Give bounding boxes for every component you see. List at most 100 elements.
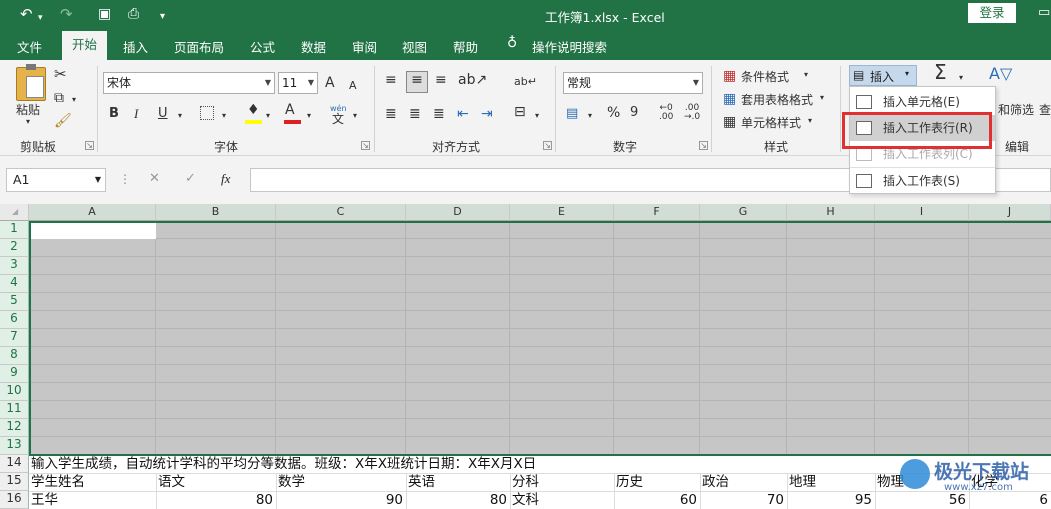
cell-g16[interactable]: 70 [700,492,787,509]
format-painter-icon[interactable]: 🖌 [54,113,72,129]
italic-button[interactable]: I [134,106,138,122]
paste-icon[interactable] [16,64,46,101]
redo-icon[interactable]: ↷ [60,5,73,23]
column-header-c[interactable]: C [276,204,406,221]
conditional-format-icon[interactable]: ▦ [723,68,736,84]
font-size-select[interactable]: 11 ▼ [278,72,318,94]
row-header-9[interactable]: 9 [0,365,29,383]
save-icon[interactable]: ▣ [98,5,111,23]
cell-h16[interactable]: 95 [787,492,875,509]
print-preview-icon[interactable]: ⎙ [128,5,139,23]
orientation-icon[interactable]: ab↗ [458,72,487,88]
underline-dropdown-icon[interactable]: ▾ [178,108,182,124]
row-header-2[interactable]: 2 [0,239,29,257]
row-header-5[interactable]: 5 [0,293,29,311]
find-select-button[interactable]: 查 [1039,101,1051,118]
tab-data[interactable]: 数据 [301,37,326,56]
format-as-table-button[interactable]: 套用表格格式 [741,91,813,108]
font-launcher-icon[interactable]: ↘ [361,141,370,150]
tab-formulas[interactable]: 公式 [250,37,275,56]
column-header-d[interactable]: D [406,204,510,221]
cell-b16[interactable]: 80 [156,492,276,509]
clipboard-launcher-icon[interactable]: ↘ [85,141,94,150]
cell-c15[interactable]: 数学 [278,474,404,491]
shrink-font-icon[interactable]: A [349,78,357,94]
tab-insert[interactable]: 插入 [123,37,148,56]
merge-center-icon[interactable]: ⊟ [514,104,526,120]
insert-cells-button[interactable]: ▤ 插入 ▾ [849,65,917,86]
enter-icon[interactable]: ✓ [185,171,196,186]
tab-view[interactable]: 视图 [402,37,427,56]
paste-dropdown-icon[interactable]: ▾ [26,117,30,126]
paste-button[interactable]: 粘贴 [16,101,40,118]
font-color-dropdown-icon[interactable]: ▾ [307,108,311,124]
cell-b15[interactable]: 语文 [158,474,274,491]
cell-e16[interactable]: 文科 [512,492,612,509]
undo-icon[interactable]: ↶ [20,5,33,23]
row-header-8[interactable]: 8 [0,347,29,365]
row-header-3[interactable]: 3 [0,257,29,275]
row-header-1[interactable]: 1 [0,221,29,239]
cell-f16[interactable]: 60 [614,492,700,509]
column-header-f[interactable]: F [614,204,700,221]
column-header-i[interactable]: I [875,204,969,221]
menu-item-insert-sheet[interactable]: 插入工作表(S) [850,167,995,193]
tab-help[interactable]: 帮助 [453,37,478,56]
cut-icon[interactable]: ✂ [54,66,67,82]
tab-file[interactable]: 文件 [17,37,42,56]
border-dropdown-icon[interactable]: ▾ [222,108,226,124]
wrap-text-icon[interactable]: ab↵ [514,74,537,90]
grow-font-icon[interactable]: A [325,75,335,91]
row-header-12[interactable]: 12 [0,419,29,437]
name-box[interactable]: A1 ▼ [6,168,106,192]
column-header-g[interactable]: G [700,204,787,221]
autosum-icon[interactable]: Σ [934,62,947,82]
tab-page-layout[interactable]: 页面布局 [174,37,224,56]
align-top-icon[interactable]: ≡ [385,72,397,88]
accounting-dropdown-icon[interactable]: ▾ [588,108,592,124]
font-color-icon[interactable]: A [285,102,295,118]
row-header-14[interactable]: 14 [0,455,29,473]
column-header-e[interactable]: E [510,204,614,221]
conditional-format-button[interactable]: 条件格式 [741,68,789,85]
row-header-16[interactable]: 16 [0,491,29,509]
accounting-format-icon[interactable]: ▤ [566,106,578,122]
ribbon-options-icon[interactable]: ▭ [1038,5,1050,20]
cell-a15[interactable]: 学生姓名 [31,474,155,491]
autosum-dropdown-icon[interactable]: ▾ [959,70,963,86]
increase-decimal-icon[interactable]: ←0.00 [659,104,673,122]
cell-g15[interactable]: 政治 [702,474,785,491]
align-center-icon[interactable]: ≣ [409,106,421,122]
sort-filter-icon[interactable]: A▽ [989,66,1012,82]
sort-filter-button[interactable]: 和筛选 [998,101,1034,118]
cell-styles-button[interactable]: 单元格样式 [741,114,801,131]
cell-a14[interactable]: 输入学生成绩，自动统计学科的平均分等数据。班级：X年X班统计日期：X年X月X日 [31,456,931,473]
tell-me-search[interactable]: 操作说明搜索 [532,37,607,56]
format-as-table-icon[interactable]: ▦ [723,91,736,107]
align-left-icon[interactable]: ≣ [385,106,397,122]
decrease-indent-icon[interactable]: ⇤ [457,106,469,122]
row-header-13[interactable]: 13 [0,437,29,455]
phonetic-dropdown-icon[interactable]: ▾ [353,108,357,124]
comma-style-button[interactable]: 9 [630,105,638,121]
bold-button[interactable]: B [109,106,119,122]
increase-indent-icon[interactable]: ⇥ [481,106,493,122]
cell-h15[interactable]: 地理 [789,474,873,491]
number-format-select[interactable]: 常规 ▼ [563,72,703,94]
row-header-15[interactable]: 15 [0,473,29,491]
percent-button[interactable]: % [607,105,620,121]
column-header-b[interactable]: B [156,204,276,221]
row-header-11[interactable]: 11 [0,401,29,419]
column-header-h[interactable]: H [787,204,875,221]
cancel-icon[interactable]: ✕ [149,171,160,186]
decrease-decimal-icon[interactable]: .00 →.0 [684,104,700,122]
customize-quick-access-icon[interactable]: ▾ [160,8,165,26]
align-middle-icon[interactable]: ≡ [406,71,428,93]
tab-home[interactable]: 开始 [62,31,107,60]
chevron-down-icon[interactable]: ▾ [804,70,808,79]
column-header-a[interactable]: A [29,204,156,221]
tab-review[interactable]: 审阅 [352,37,377,56]
fill-color-icon[interactable]: ♦ [247,102,260,118]
number-launcher-icon[interactable]: ↘ [699,141,708,150]
undo-dropdown-icon[interactable]: ▾ [38,9,43,27]
